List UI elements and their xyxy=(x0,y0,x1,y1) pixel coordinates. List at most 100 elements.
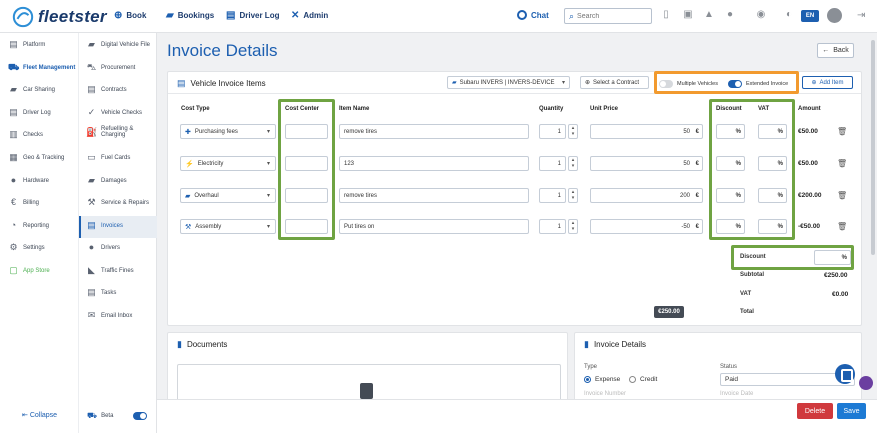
sidebar-item-traffic-fines[interactable]: ◣ Traffic Fines xyxy=(86,265,134,276)
stepper-arrows-icon[interactable]: ▴ ▾ xyxy=(568,156,578,171)
search-input[interactable] xyxy=(577,12,648,20)
collapse-icon: ⇤ xyxy=(22,412,28,419)
radio-credit[interactable]: Credit xyxy=(629,376,657,383)
camera-icon[interactable]: ▣ xyxy=(682,9,694,21)
quantity-stepper[interactable]: 1 ▴ ▾ xyxy=(539,219,579,234)
extended-invoice-toggle[interactable]: Extended Invoice xyxy=(728,80,788,88)
search-box[interactable]: ⌕ xyxy=(564,8,652,24)
unit-price-input[interactable]: 50 € xyxy=(590,124,703,139)
sidebar-item-service-repairs[interactable]: ⚒ Service & Repairs xyxy=(86,197,149,208)
add-item-button[interactable]: ⊕ Add Item xyxy=(802,76,853,89)
sidebar-item-hardware[interactable]: ● Hardware xyxy=(8,175,49,186)
save-button[interactable]: Save xyxy=(837,403,866,419)
toggle-knob xyxy=(728,80,742,88)
subtotal-label: Subtotal xyxy=(740,272,764,278)
sidebar-item-label: Email Inbox xyxy=(101,312,133,319)
sidebar-item-digital-vehicle-file[interactable]: ▰ Digital Vehicle File xyxy=(86,39,150,50)
quantity-value[interactable]: 1 xyxy=(539,219,566,234)
sidebar-item-checks[interactable]: ▥ Checks xyxy=(8,129,43,140)
sidebar-item-refuelling-charging[interactable]: ⛽ Refuelling & Charging xyxy=(86,126,133,138)
cost-type-select[interactable]: ✚ Purchasing fees ▾ xyxy=(180,124,276,139)
sidebar-item-email-inbox[interactable]: ✉ Email Inbox xyxy=(86,310,133,321)
chevron-down-icon: ▾ xyxy=(561,80,565,86)
info-icon[interactable]: ● xyxy=(724,9,736,21)
documents-title-label: Documents xyxy=(186,340,228,349)
sidebar-item-fleet-management[interactable]: ⛟ Fleet Management xyxy=(8,62,75,73)
sidebar-item-procurement[interactable]: ⛍ Procurement xyxy=(86,62,136,73)
sidebar-item-app-store[interactable]: ▢ App Store xyxy=(8,265,49,276)
store-icon: ▢ xyxy=(9,265,18,275)
stepper-arrows-icon[interactable]: ▴ ▾ xyxy=(568,188,578,203)
nav-admin[interactable]: ✕ Admin xyxy=(291,10,328,21)
nav-bookings[interactable]: ▰ Bookings xyxy=(166,10,214,21)
trash-icon[interactable]: 🗑 xyxy=(837,127,847,136)
collapse-button[interactable]: ⇤ Collapse xyxy=(22,411,57,419)
stepper-arrows-icon[interactable]: ▴ ▾ xyxy=(568,219,578,234)
sidebar-item-billing[interactable]: € Billing xyxy=(8,197,39,208)
unit-price-input[interactable]: 200 € xyxy=(590,188,703,203)
sidebar-item-invoices[interactable]: ▤ Invoices xyxy=(86,220,123,231)
fleetster-logo[interactable]: fleetster xyxy=(12,6,107,28)
quantity-value[interactable]: 1 xyxy=(539,188,566,203)
warning-icon[interactable]: ▲ xyxy=(703,9,715,21)
back-button[interactable]: ← Back xyxy=(817,43,854,58)
multiple-vehicles-toggle[interactable]: Multiple Vehicles xyxy=(659,80,718,88)
cost-type-select[interactable]: ⚡ Electricity ▾ xyxy=(180,156,276,171)
quantity-stepper[interactable]: 1 ▴ ▾ xyxy=(539,124,579,139)
nav-driver-log[interactable]: ▤ Driver Log xyxy=(226,10,279,21)
scrollbar[interactable] xyxy=(871,40,875,255)
unit-price-value: 200 xyxy=(679,192,690,199)
sidebar-item-car-sharing[interactable]: ▰ Car Sharing xyxy=(8,84,55,95)
unit-price-input[interactable]: 50 € xyxy=(590,156,703,171)
sidebar-item-tasks[interactable]: ▤ Tasks xyxy=(86,287,116,298)
platform-icon: ▤ xyxy=(9,39,18,49)
nav-book[interactable]: ⊕ Book xyxy=(114,10,146,21)
radio-expense[interactable]: Expense xyxy=(584,376,620,383)
sidebar-item-geo-tracking[interactable]: ▦ Geo & Tracking xyxy=(8,152,64,163)
vehicle-select[interactable]: ▰ Subaru INVERS | INVERS-DEVICE ▾ xyxy=(447,76,570,89)
avatar[interactable] xyxy=(827,8,842,23)
sidebar-item-settings[interactable]: ⚙ Settings xyxy=(8,242,44,253)
sidebar-item-vehicle-checks[interactable]: ✓ Vehicle Checks xyxy=(86,107,142,118)
sidebar-item-driver-log[interactable]: ▤ Driver Log xyxy=(8,107,50,118)
beta-toggle-row[interactable]: ⛟ Beta xyxy=(87,411,148,421)
delete-button[interactable]: Delete xyxy=(797,403,833,419)
chat-button[interactable]: Chat xyxy=(517,10,549,20)
sidebar-item-damages[interactable]: ▰ Damages xyxy=(86,175,127,186)
quantity-value[interactable]: 1 xyxy=(539,124,566,139)
chat-bubble-icon[interactable] xyxy=(835,364,855,384)
quantity-stepper[interactable]: 1 ▴ ▾ xyxy=(539,188,579,203)
quantity-value[interactable]: 1 xyxy=(539,156,566,171)
card-header: ▤ Vehicle Invoice Items ▰ Subaru INVERS | … xyxy=(168,71,861,94)
sidebar-item-contracts[interactable]: ▤ Contracts xyxy=(86,84,126,95)
cost-type-select[interactable]: ⚒ Assembly ▾ xyxy=(180,219,276,234)
sidebar-item-fuel-cards[interactable]: ▭ Fuel Cards xyxy=(86,152,130,163)
item-name-input[interactable]: remove tires xyxy=(339,188,529,203)
total-discount-input[interactable]: % xyxy=(814,250,851,265)
notification-icon[interactable]: ◉ xyxy=(755,9,767,21)
logout-icon[interactable]: ⇥ xyxy=(857,10,865,21)
stepper-arrows-icon[interactable]: ▴ ▾ xyxy=(568,124,578,139)
fuel-icon: ⛽ xyxy=(86,126,98,137)
quantity-stepper[interactable]: 1 ▴ ▾ xyxy=(539,156,579,171)
header-quantity: Quantity xyxy=(539,106,564,112)
sidebar-item-platform[interactable]: ▤ Platform xyxy=(8,39,45,50)
select-contract-button[interactable]: ⊕ Select a Contract xyxy=(580,76,649,89)
beta-toggle[interactable] xyxy=(133,412,148,420)
trash-icon[interactable]: 🗑 xyxy=(837,222,847,231)
language-badge[interactable]: EN xyxy=(801,10,819,22)
trash-icon[interactable]: 🗑 xyxy=(837,191,847,200)
item-name-input[interactable]: Put tires on xyxy=(339,219,529,234)
sidebar-item-drivers[interactable]: ● Drivers xyxy=(86,242,120,253)
tablet-icon[interactable]: ▯ xyxy=(660,9,672,21)
unit-price-input[interactable]: -50 € xyxy=(590,219,703,234)
item-name-input[interactable]: remove tires xyxy=(339,124,529,139)
assistant-icon[interactable] xyxy=(859,376,873,390)
item-name-input[interactable]: 123 xyxy=(339,156,529,171)
cost-type-select[interactable]: ▰ Overhaul ▾ xyxy=(180,188,276,203)
globe-icon[interactable]: ◐ xyxy=(783,9,795,21)
sidebar: ▤ Platform ⛟ Fleet Management ▰ Car Sharing… xyxy=(0,33,157,433)
sidebar-item-reporting[interactable]: ◔ Reporting xyxy=(8,220,49,231)
status-label: Status xyxy=(720,364,738,370)
trash-icon[interactable]: 🗑 xyxy=(837,159,847,168)
